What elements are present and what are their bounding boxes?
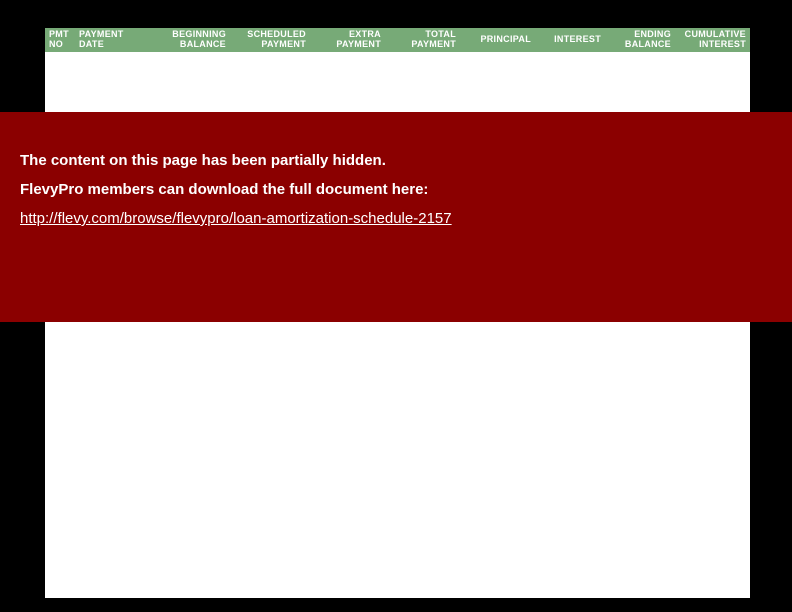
col-interest: INTEREST — [535, 33, 605, 47]
header-line: PAYMENT — [389, 40, 456, 50]
hidden-content-overlay: The content on this page has been partia… — [0, 112, 792, 322]
header-line: BALANCE — [154, 40, 226, 50]
col-pmt-no: PMT NO — [45, 28, 75, 52]
table-header-row: PMT NO PAYMENT DATE BEGINNING BALANCE SC… — [45, 28, 750, 52]
col-total-payment: TOTAL PAYMENT — [385, 28, 460, 52]
col-extra-payment: EXTRA PAYMENT — [310, 28, 385, 52]
col-cumulative-interest: CUMULATIVE INTEREST — [675, 28, 750, 52]
header-line: PAYMENT — [234, 40, 306, 50]
col-payment-date: PAYMENT DATE — [75, 28, 150, 52]
header-line: NO — [49, 40, 71, 50]
header-line: PRINCIPAL — [464, 35, 531, 45]
col-scheduled-payment: SCHEDULED PAYMENT — [230, 28, 310, 52]
header-line: BALANCE — [609, 40, 671, 50]
download-link[interactable]: http://flevy.com/browse/flevypro/loan-am… — [20, 210, 452, 227]
header-line: INTEREST — [539, 35, 601, 45]
col-beginning-balance: BEGINNING BALANCE — [150, 28, 230, 52]
overlay-message-1: The content on this page has been partia… — [20, 152, 772, 169]
col-ending-balance: ENDING BALANCE — [605, 28, 675, 52]
header-line: DATE — [79, 40, 146, 50]
header-line: PAYMENT — [314, 40, 381, 50]
header-line: INTEREST — [679, 40, 746, 50]
col-principal: PRINCIPAL — [460, 33, 535, 47]
overlay-message-2: FlevyPro members can download the full d… — [20, 181, 772, 198]
